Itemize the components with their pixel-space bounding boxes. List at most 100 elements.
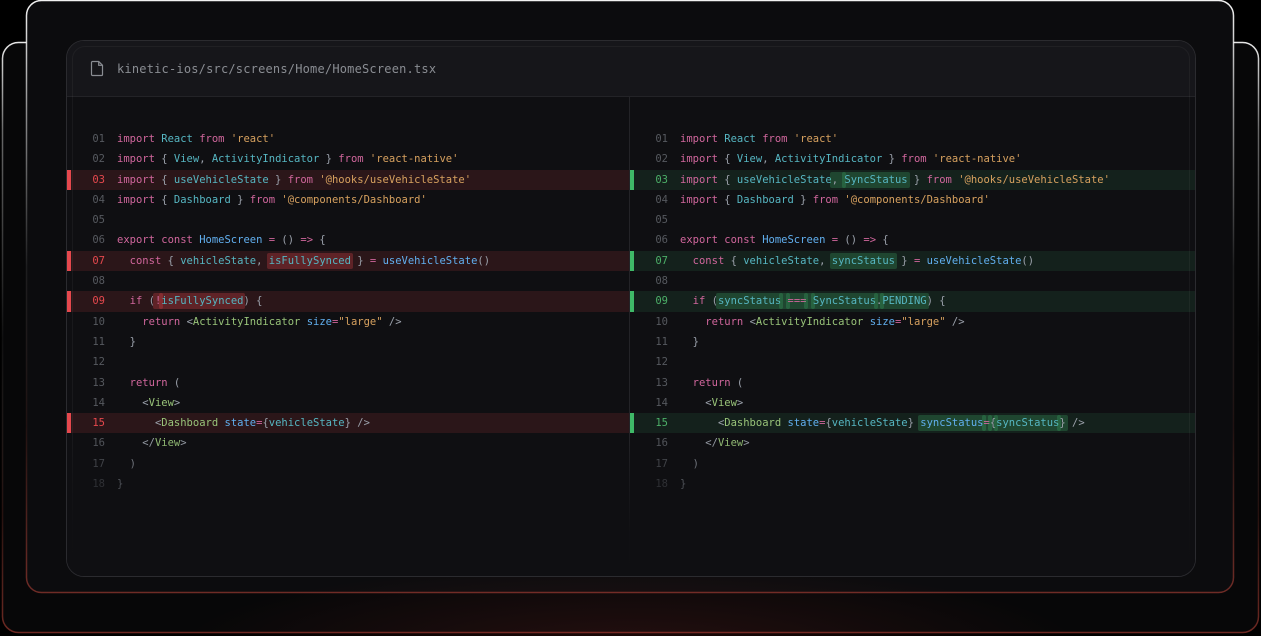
code-text: } xyxy=(117,474,123,494)
line-number: 04 xyxy=(630,190,668,210)
line-number: 15 xyxy=(630,413,668,433)
code-line-left-15: 15 <Dashboard state={vehicleState} /> xyxy=(67,413,629,433)
code-line-left-03: 03 import { useVehicleState } from '@hook… xyxy=(67,170,629,190)
line-number: 01 xyxy=(67,129,105,149)
code-text: export const HomeScreen = () => { xyxy=(117,230,326,250)
code-line-right-01: 01 import React from 'react' xyxy=(630,129,1196,149)
diff-pane-after: 01 import React from 'react' 02 import { Vi… xyxy=(630,97,1196,577)
code-line-right-07: 07 const { vehicleState, syncStatus } = … xyxy=(630,251,1196,271)
code-text: import { View, ActivityIndicator } from … xyxy=(680,149,1021,169)
code-line-left-08: 08 xyxy=(67,271,629,291)
code-text: import { Dashboard } from '@components/D… xyxy=(117,190,427,210)
code-text: <Dashboard state={vehicleState} /> xyxy=(117,413,370,433)
line-number: 08 xyxy=(630,271,668,291)
code-line-left-09: 09 if (!isFullySynced) { xyxy=(67,291,629,311)
code-text: if (syncStatus === SyncStatus.PENDING) { xyxy=(680,291,946,311)
diff-pane-before: 01import React from 'react'02import { Vi… xyxy=(67,97,629,577)
code-line-right-14: 14 <View> xyxy=(630,393,1196,413)
line-number: 06 xyxy=(67,230,105,250)
code-line-left-05: 05 xyxy=(67,210,629,230)
code-line-right-02: 02 import { View, ActivityIndicator } fro… xyxy=(630,149,1196,169)
removed-line-marker xyxy=(67,291,71,311)
code-line-left-04: 04 import { Dashboard } from '@components… xyxy=(67,190,629,210)
code-text: ) xyxy=(117,454,136,474)
line-number: 13 xyxy=(630,373,668,393)
line-number: 18 xyxy=(630,474,668,494)
code-line-right-10: 10 return <ActivityIndicator size="large… xyxy=(630,312,1196,332)
file-icon xyxy=(90,60,104,77)
file-header[interactable]: kinetic-ios/src/screens/Home/HomeScreen.… xyxy=(67,41,1195,97)
line-number: 12 xyxy=(630,352,668,372)
code-line-left-06: 06 export const HomeScreen = () => { xyxy=(67,230,629,250)
hero-canvas: kinetic-ios/src/screens/Home/HomeScreen.… xyxy=(0,0,1261,636)
code-line-right-06: 06 export const HomeScreen = () => { xyxy=(630,230,1196,250)
code-line-left-01: 01import React from 'react' xyxy=(67,129,629,149)
code-line-right-11: 11 } xyxy=(630,332,1196,352)
code-text: <Dashboard state={vehicleState} syncStat… xyxy=(680,413,1085,433)
code-text: return <ActivityIndicator size="large" /… xyxy=(680,312,965,332)
line-number: 07 xyxy=(67,251,105,271)
code-text: } xyxy=(117,332,136,352)
line-number: 02 xyxy=(630,149,668,169)
line-number: 01 xyxy=(630,129,668,149)
code-text: ) xyxy=(680,454,699,474)
line-number: 12 xyxy=(67,352,105,372)
added-line-marker xyxy=(630,413,634,433)
code-text: import { View, ActivityIndicator } from … xyxy=(117,149,458,169)
code-text: if (!isFullySynced) { xyxy=(117,291,262,311)
code-line-left-10: 10 return <ActivityIndicator size="large… xyxy=(67,312,629,332)
code-text: import { Dashboard } from '@components/D… xyxy=(680,190,990,210)
line-number: 13 xyxy=(67,373,105,393)
code-line-right-09: 09 if (syncStatus === SyncStatus.PENDING… xyxy=(630,291,1196,311)
code-text: } xyxy=(680,332,699,352)
line-number: 07 xyxy=(630,251,668,271)
code-text: </View> xyxy=(117,433,187,453)
removed-line-marker xyxy=(67,251,71,271)
code-line-left-16: 16 </View> xyxy=(67,433,629,453)
line-number: 10 xyxy=(67,312,105,332)
line-number: 04 xyxy=(67,190,105,210)
code-line-left-13: 13 return ( xyxy=(67,373,629,393)
code-text: <View> xyxy=(680,393,743,413)
code-text: return ( xyxy=(117,373,180,393)
code-line-right-15: 15 <Dashboard state={vehicleState} syncS… xyxy=(630,413,1196,433)
line-number: 09 xyxy=(630,291,668,311)
diff-view: 01 import React from 'react' 02 import { Vi… xyxy=(67,97,1195,577)
code-text: import { useVehicleState } from '@hooks/… xyxy=(117,170,471,190)
removed-line-marker xyxy=(67,413,71,433)
code-line-left-02: 02import { View, ActivityIndicator } fro… xyxy=(67,149,629,169)
line-number: 10 xyxy=(630,312,668,332)
code-text: import { useVehicleState, SyncStatus } f… xyxy=(680,170,1110,190)
code-text: import React from 'react' xyxy=(680,129,838,149)
added-line-marker xyxy=(630,291,634,311)
code-line-right-12: 12 xyxy=(630,352,1196,372)
code-line-left-17: 17 ) xyxy=(67,454,629,474)
code-line-left-07: 07 const { vehicleState, isFullySynced }… xyxy=(67,251,629,271)
line-number: 03 xyxy=(67,170,105,190)
code-text: </View> xyxy=(680,433,750,453)
code-line-right-05: 05 xyxy=(630,210,1196,230)
added-line-marker xyxy=(630,251,634,271)
code-line-right-04: 04 import { Dashboard } from '@components… xyxy=(630,190,1196,210)
code-diff-card: kinetic-ios/src/screens/Home/HomeScreen.… xyxy=(66,40,1196,577)
code-line-left-18: 18} xyxy=(67,474,629,494)
line-number: 18 xyxy=(67,474,105,494)
line-number: 14 xyxy=(67,393,105,413)
line-number: 16 xyxy=(67,433,105,453)
code-line-right-13: 13 return ( xyxy=(630,373,1196,393)
code-line-right-08: 08 xyxy=(630,271,1196,291)
code-text: return ( xyxy=(680,373,743,393)
line-number: 15 xyxy=(67,413,105,433)
line-number: 11 xyxy=(630,332,668,352)
line-number: 17 xyxy=(630,454,668,474)
line-number: 11 xyxy=(67,332,105,352)
line-number: 16 xyxy=(630,433,668,453)
code-line-right-03: 03import { useVehicleState, SyncStatus }… xyxy=(630,170,1196,190)
line-number: 05 xyxy=(630,210,668,230)
code-line-left-14: 14 <View> xyxy=(67,393,629,413)
code-text: export const HomeScreen = () => { xyxy=(680,230,889,250)
line-number: 08 xyxy=(67,271,105,291)
line-number: 06 xyxy=(630,230,668,250)
code-line-right-18: 18} xyxy=(630,474,1196,494)
line-number: 09 xyxy=(67,291,105,311)
